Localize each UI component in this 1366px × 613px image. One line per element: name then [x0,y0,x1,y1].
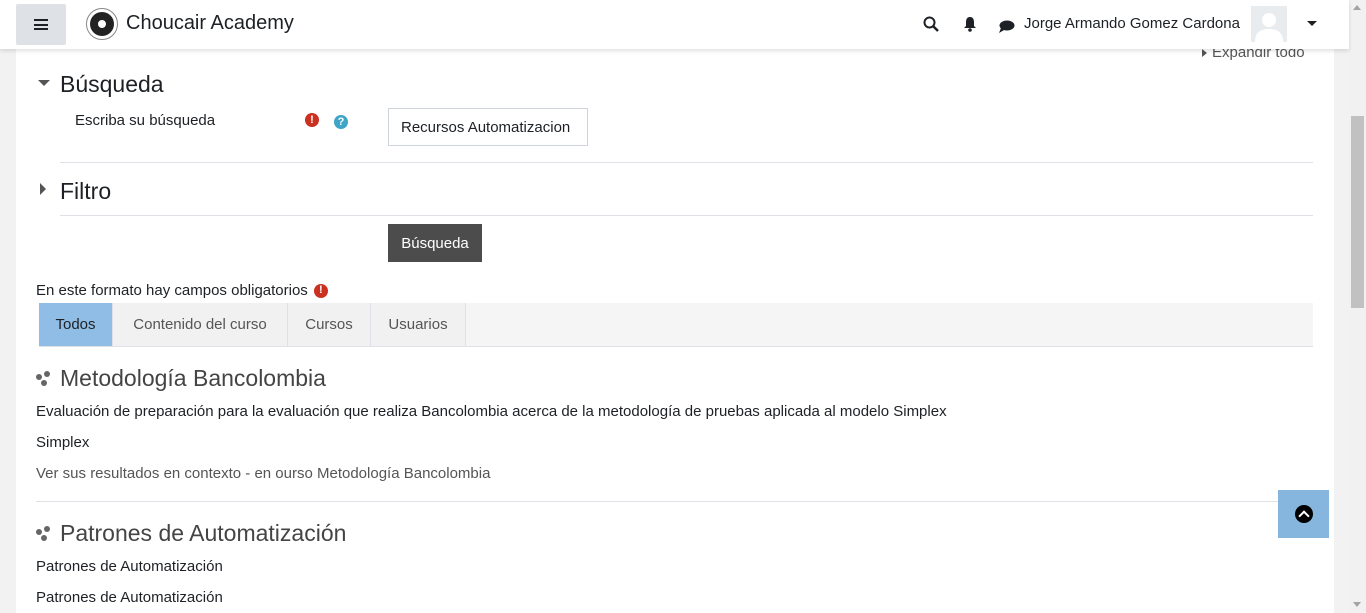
filter-section-toggle[interactable] [40,183,48,195]
search-submit-button[interactable]: Búsqueda [388,224,482,262]
tab-contenido-del-curso[interactable]: Contenido del curso [113,303,288,346]
required-note-text: En este formato hay campos obligatorios [36,282,308,299]
back-to-top-button[interactable] [1278,490,1329,538]
result-context-link[interactable]: Ver sus resultados en contexto - en ours… [36,465,490,482]
bell-icon[interactable] [960,14,980,34]
caret-down-icon[interactable] [1307,21,1317,26]
site-name[interactable]: Choucair Academy [126,12,294,35]
error-icon: ! [305,113,319,127]
scrollbar-thumb[interactable] [1351,116,1364,308]
error-icon: ! [313,283,328,298]
search-tabs: Todos Contenido del curso Cursos Usuario… [39,303,1313,347]
tab-todos[interactable]: Todos [39,303,113,346]
drawer-toggle-button[interactable] [16,4,66,45]
resource-icon [36,526,51,541]
divider [60,215,1313,216]
hamburger-icon [34,19,48,30]
filter-section-title: Filtro [60,178,112,204]
required-fields-note: En este formato hay campos obligatorios … [36,282,328,299]
avatar[interactable] [1251,6,1287,42]
top-navbar: Choucair Academy Jorge Armando Gomez Car… [0,0,1349,49]
search-icon[interactable] [921,14,941,34]
caret-right-icon [1202,48,1207,57]
result-description: Patrones de Automatización [36,558,223,575]
divider [36,501,1313,502]
search-section-title: Búsqueda [60,71,164,97]
tab-cursos[interactable]: Cursos [288,303,371,346]
search-input[interactable] [388,108,588,146]
tab-usuarios[interactable]: Usuarios [371,303,466,346]
result-description: Evaluación de preparación para la evalua… [36,403,947,420]
resource-icon [36,371,51,386]
search-field-label: Escriba su búsqueda [75,112,216,129]
divider [60,162,1313,163]
result-title-text: Metodología Bancolombia [60,365,326,391]
result-subtitle: Patrones de Automatización [36,589,223,606]
result-title[interactable]: Patrones de Automatización [36,520,346,547]
scroll-down-icon[interactable] [1353,602,1361,607]
help-icon[interactable]: ? [334,115,348,129]
result-title-text: Patrones de Automatización [60,520,347,546]
site-logo[interactable] [86,8,118,40]
main-content: Expandir todo Búsqueda Escriba su búsque… [16,0,1334,613]
caret-down-icon [38,80,50,86]
scroll-up-icon[interactable] [1353,5,1361,10]
search-section-toggle[interactable] [38,79,50,87]
result-title[interactable]: Metodología Bancolombia [36,365,326,392]
user-name[interactable]: Jorge Armando Gomez Cardona [1024,15,1240,32]
chat-icon[interactable] [996,16,1016,36]
caret-right-icon [40,183,46,195]
result-subtitle: Simplex [36,434,90,451]
page-scrollbar[interactable] [1349,0,1366,613]
chevron-up-icon [1294,505,1313,523]
